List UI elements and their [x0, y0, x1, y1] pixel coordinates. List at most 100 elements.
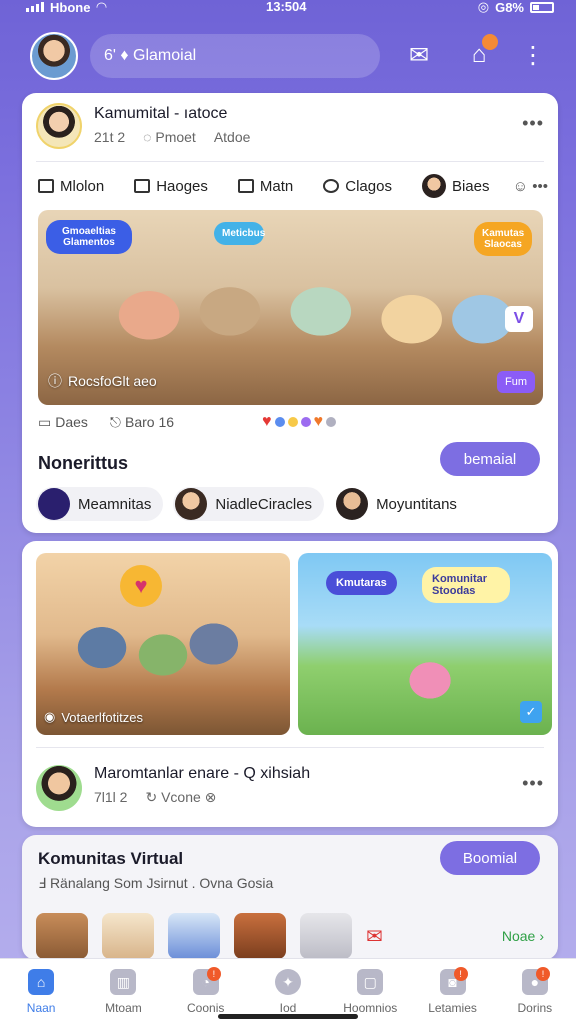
nav-messages[interactable]: ◙! Letamies	[411, 959, 493, 1024]
tab-label: Mlolon	[60, 177, 105, 195]
share-count[interactable]: ⎋ Baro 16	[110, 414, 174, 431]
chip-label: Meamnitas	[78, 495, 152, 513]
status-bar: Hbone ◠ 13:504 ◎ G8%	[0, 0, 576, 16]
nav-label: Hoomnios	[343, 1001, 398, 1015]
speech-bubble: Kmutaras	[326, 571, 397, 595]
tab-matn[interactable]: Matn	[237, 177, 294, 195]
section-action-button[interactable]: bemaial	[440, 442, 540, 476]
post-author[interactable]: Maromtanlar enare - Q xihsiah	[94, 765, 310, 783]
reaction-emojis[interactable]: ♥ ♥	[262, 413, 337, 431]
chevron-right-icon: ›	[539, 928, 544, 944]
tab-label: Matn	[259, 177, 294, 195]
post-options-icon[interactable]: •••	[522, 773, 544, 794]
smiley-icon[interactable]: ☺ •••	[513, 178, 548, 195]
member-strip: ✉ Noae ›	[36, 911, 544, 961]
reaction-dot	[300, 417, 311, 427]
reaction-dot	[287, 417, 298, 427]
compass-icon: ✦	[274, 969, 301, 995]
hero-caption-text: RocsfoGlt aeo	[68, 373, 157, 389]
search-bar[interactable]: 6' ♦ Glamoial	[90, 34, 380, 78]
author-avatar[interactable]	[36, 103, 82, 149]
tab-haoges[interactable]: Haoges	[134, 178, 208, 195]
post-meta: 21t 2 ◌ Pmoet Atdoe	[94, 129, 250, 145]
check-icon: ✓	[520, 701, 542, 723]
video-icon	[237, 179, 254, 193]
image-icon	[134, 179, 151, 193]
author-avatar[interactable]	[36, 765, 82, 811]
post-options-icon[interactable]: •••	[522, 113, 544, 134]
battery-icon	[530, 1, 554, 13]
profile-avatar[interactable]	[30, 32, 78, 80]
tab-mlolon[interactable]: Mlolon	[38, 178, 104, 195]
hero-caption: ⓘ RocsfoGlt aeo	[48, 371, 157, 391]
nav-home[interactable]: ⌂ Naan	[0, 959, 82, 1024]
tab-label: Biaes	[451, 177, 490, 195]
member-avatar[interactable]	[300, 913, 352, 959]
home-icon: ⌂	[28, 969, 55, 995]
comment-meta-label: Pmoet	[155, 129, 196, 145]
chat-icon[interactable]: ✉	[366, 924, 383, 949]
speech-bubble: Gmoaeltias Glamentos	[46, 220, 132, 254]
speech-bubble: Meticbus	[214, 222, 265, 245]
tab-clagos[interactable]: Clagos	[323, 178, 392, 195]
nav-label: Letamies	[428, 1001, 477, 1015]
post-header: Maromtanlar enare - Q xihsiah 7l1l 2 ↻ V…	[36, 763, 544, 813]
member-avatar[interactable]	[102, 913, 154, 959]
post-image[interactable]: Kmutaras Komunitar Stoodas ✓	[298, 553, 552, 735]
share-count-label: Baro 16	[125, 414, 175, 430]
post-time: 21t 2	[94, 129, 126, 145]
share-meta[interactable]: Atdoe	[214, 129, 251, 145]
post-meta: 7l1l 2 ↻ Vcone ⊗	[94, 789, 216, 806]
post-author[interactable]: Kamumital - ıatoce	[94, 105, 227, 123]
nav-profile[interactable]: ●! Dorins	[494, 959, 576, 1024]
more-menu-icon[interactable]: ⋮	[516, 38, 550, 72]
eye-icon: ◉	[44, 709, 56, 724]
post-image[interactable]: ♥ ◉ Votaerlfotitzes	[36, 553, 290, 735]
search-text: 6' ♦ Glamoial	[104, 47, 197, 64]
new-link[interactable]: Noae ›	[502, 928, 544, 944]
nav-explore[interactable]: ▥ Mtoam	[82, 959, 164, 1024]
reply-meta-label: Vcone	[161, 789, 201, 805]
community-title: Komunitas Virtual	[38, 849, 184, 868]
post-card: Kamumital - ıatoce 21t 2 ◌ Pmoet Atdoe •…	[22, 93, 558, 533]
community-chip[interactable]: NiadleCiracles	[173, 487, 325, 521]
speech-bubble: Kamutas Slaocas	[474, 222, 532, 256]
nav-label: Mtoam	[105, 1001, 142, 1015]
chip-label: NiadleCiracles	[215, 495, 313, 513]
post-card: ♥ ◉ Votaerlfotitzes Kmutaras Komunitar St…	[22, 541, 558, 827]
top-bar: 6' ♦ Glamoial ✉ ⌂ ⋮	[30, 32, 550, 80]
community-chip[interactable]: Moyuntitans	[334, 487, 469, 521]
member-avatar[interactable]	[234, 913, 286, 959]
join-button[interactable]: Boomial	[440, 841, 540, 875]
community-chip[interactable]: Meamnitas	[36, 487, 164, 521]
notification-bell-icon[interactable]: ⌂	[462, 34, 498, 72]
building-icon: ▥	[110, 969, 137, 995]
comment-icon: ▭	[38, 413, 52, 430]
nav-label: Naan	[26, 1001, 56, 1015]
category-tabs: Mlolon Haoges Matn Clagos Biaes ☺ •••	[38, 171, 548, 201]
heart-icon: ♥	[120, 565, 162, 607]
notification-dot	[482, 34, 498, 50]
tab-biaes[interactable]: Biaes	[421, 174, 490, 198]
comment-meta[interactable]: ◌ Pmoet	[143, 129, 196, 145]
map-icon[interactable]: ✉	[402, 38, 436, 72]
image-caption: ◉ Votaerlfotitzes	[44, 709, 143, 725]
battery-percent: G8%	[495, 0, 524, 15]
comment-count[interactable]: ▭ Daes	[38, 414, 88, 431]
image-caption-text: Votaerlfotitzes	[61, 709, 143, 725]
hero-image[interactable]: Gmoaeltias Glamentos Meticbus Kamutas Sl…	[38, 210, 543, 405]
reply-meta[interactable]: ↻ Vcone ⊗	[145, 789, 216, 806]
user-avatar	[421, 174, 446, 198]
info-icon: ⓘ	[48, 373, 62, 389]
notification-badge: !	[535, 967, 550, 981]
tab-label: Haoges	[156, 177, 208, 195]
comment-count-label: Daes	[55, 414, 88, 430]
share-icon: ⎋	[109, 413, 121, 430]
member-avatar[interactable]	[36, 913, 88, 959]
member-avatar[interactable]	[168, 913, 220, 959]
hero-badge[interactable]: Fum	[497, 371, 535, 393]
calendar-icon	[38, 179, 54, 193]
document-icon: ▢	[357, 969, 384, 995]
divider	[36, 161, 544, 162]
home-indicator[interactable]	[218, 1014, 358, 1019]
